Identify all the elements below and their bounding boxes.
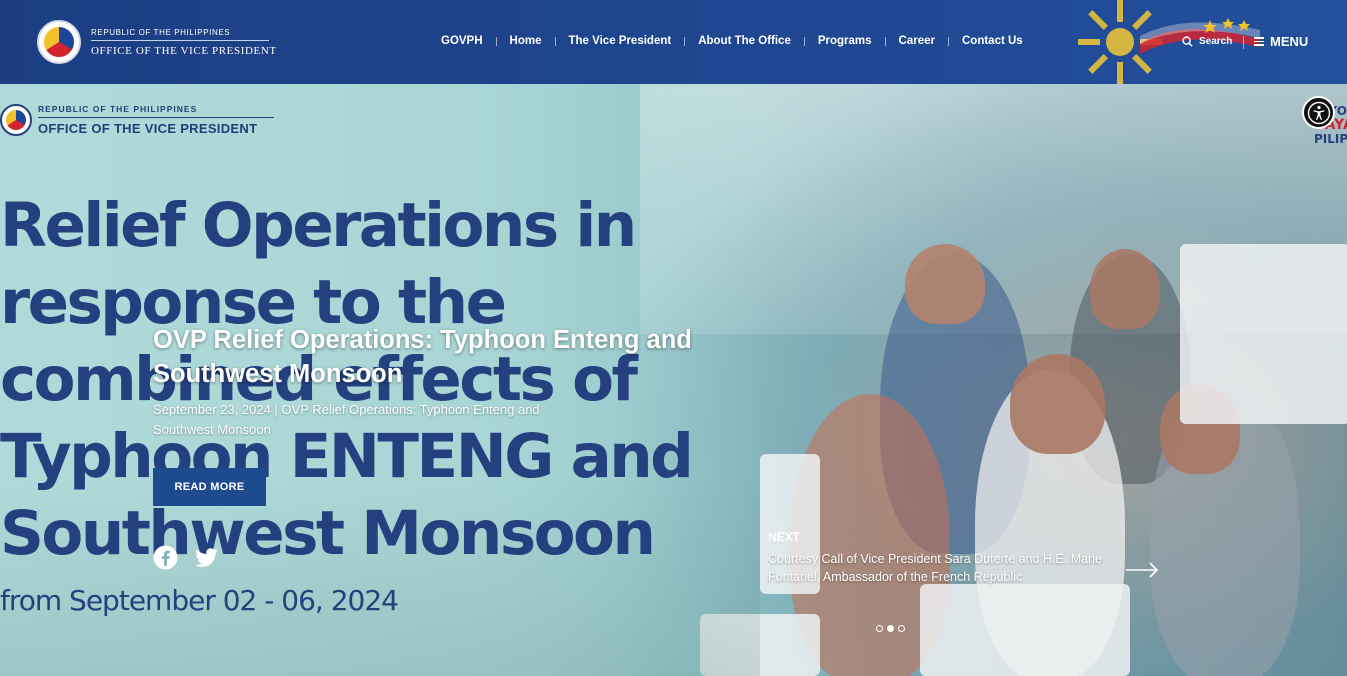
nav-item-contact[interactable]: Contact Us [949, 35, 1036, 47]
menu-button[interactable]: MENU [1254, 34, 1308, 49]
next-slide-link[interactable]: NEXT Courtesy Call of Vice President Sar… [768, 530, 1108, 586]
twitter-icon[interactable] [194, 545, 219, 570]
slider-dot[interactable] [876, 625, 883, 632]
seal-icon [0, 104, 32, 136]
poster-logo-small: REPUBLIC OF THE PHILIPPINES [38, 104, 198, 114]
brand-divider [91, 39, 269, 41]
seal-icon [37, 20, 81, 64]
social-share [153, 545, 235, 570]
next-slide-title: Courtesy Call of Vice President Sara Dut… [768, 552, 1102, 584]
site-header: REPUBLIC OF THE PHILIPPINES OFFICE OF TH… [0, 0, 1347, 84]
slider-dots [876, 625, 909, 632]
poster-logo-big: OFFICE OF THE VICE PRESIDENT [38, 121, 258, 136]
slider-dot-active[interactable] [887, 625, 894, 632]
search-icon [1182, 36, 1193, 47]
nav-item-programs[interactable]: Programs [805, 35, 885, 47]
search-separator [1243, 36, 1244, 49]
poster-title-line: Southwest Monsoon [0, 498, 656, 569]
hero-person-shape [1010, 354, 1105, 454]
nav-item-home[interactable]: Home [497, 35, 555, 47]
brand-big-text: OFFICE OF THE VICE PRESIDENT [91, 44, 277, 57]
relief-pack-shape [920, 584, 1130, 676]
relief-pack-shape [1180, 244, 1347, 424]
brand-logo-link[interactable]: REPUBLIC OF THE PHILIPPINES OFFICE OF TH… [37, 20, 277, 64]
search-label: Search [1199, 36, 1233, 47]
poster-title-line: Relief Operations in [0, 190, 637, 261]
slide-title-link[interactable]: OVP Relief Operations: Typhoon Enteng an… [153, 323, 733, 391]
search-button[interactable]: Search [1182, 36, 1232, 47]
brand-small-text: REPUBLIC OF THE PHILIPPINES [91, 27, 231, 37]
hero-person-shape [905, 244, 985, 324]
slider-dot[interactable] [898, 625, 905, 632]
poster-date: from September 02 - 06, 2024 [0, 584, 399, 617]
arrow-right-icon[interactable] [1125, 561, 1159, 579]
nav-item-about-office[interactable]: About The Office [685, 35, 804, 47]
poster-logo: REPUBLIC OF THE PHILIPPINES OFFICE OF TH… [0, 104, 274, 136]
accessibility-button[interactable] [1302, 96, 1335, 129]
poster-logo-text: REPUBLIC OF THE PHILIPPINES OFFICE OF TH… [38, 104, 274, 136]
menu-icon [1254, 35, 1264, 48]
menu-label: MENU [1270, 34, 1309, 49]
hero-person-shape [1090, 249, 1160, 329]
brand-text: REPUBLIC OF THE PHILIPPINES OFFICE OF TH… [91, 28, 277, 57]
facebook-icon[interactable] [153, 545, 178, 570]
nav-item-vice-president[interactable]: The Vice President [556, 35, 685, 47]
read-more-button[interactable]: READ MORE [153, 468, 266, 506]
poster-side-line: PILIP [1314, 132, 1347, 146]
nav-item-govph[interactable]: GOVPH [428, 35, 496, 47]
next-label: NEXT [768, 530, 801, 544]
poster-logo-divider [38, 117, 274, 118]
accessibility-icon [1307, 101, 1330, 124]
nav-item-career[interactable]: Career [886, 35, 948, 47]
main-nav: GOVPH Home The Vice President About The … [428, 35, 1036, 47]
slide-meta: September 23, 2024 | OVP Relief Operatio… [153, 402, 540, 437]
